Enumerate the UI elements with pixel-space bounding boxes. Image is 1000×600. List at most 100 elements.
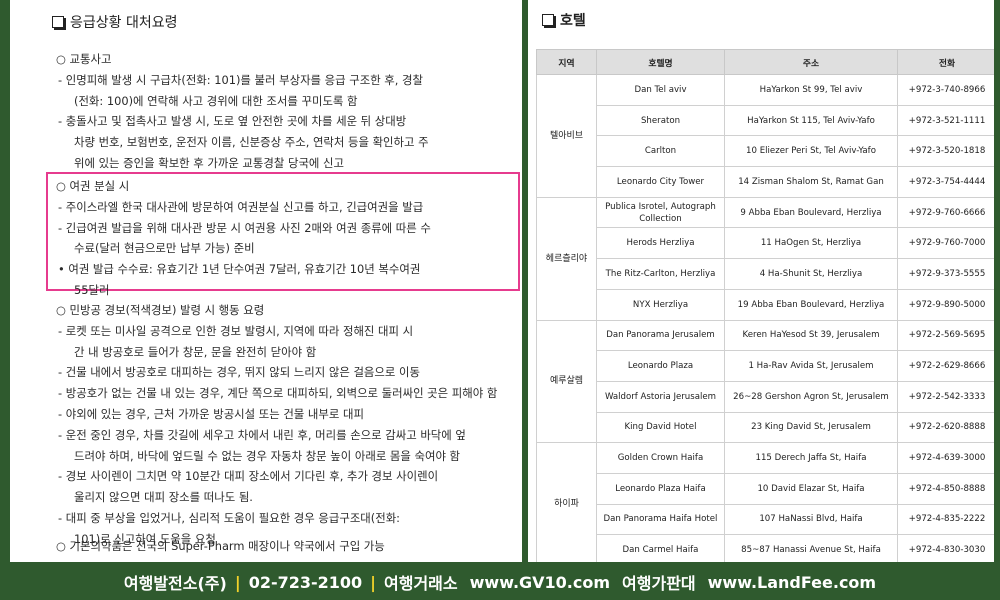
hotel-name-cell: Leonardo City Tower bbox=[596, 166, 725, 198]
phone-cell: +972-2-620-8888 bbox=[897, 411, 994, 444]
hotel-row: Carlton 10 Eliezer Peri St, Tel Aviv-Yafo… bbox=[537, 135, 994, 168]
footer-exchange-link[interactable]: www.GV10.com bbox=[470, 573, 610, 592]
header-hotel-name: 호텔명 bbox=[596, 49, 725, 75]
region-cell: 하이파 bbox=[536, 442, 597, 562]
hotel-name-cell: Dan Panorama Haifa Hotel bbox=[596, 503, 725, 536]
air_raid-line: 간 내 방공호로 들어가 창문, 문을 완전히 닫아야 함 bbox=[74, 344, 317, 359]
traffic-line: (전화: 100)에 연락해 사고 경위에 대한 조서를 꾸미도록 함 bbox=[74, 93, 358, 108]
phone-cell: +972-9-760-6666 bbox=[897, 196, 994, 229]
air_raid-line: - 건물 내에서 방공호로 대피하는 경우, 뛰지 않되 느리지 않은 걸음으로… bbox=[58, 365, 420, 380]
address-cell: 1 Ha-Rav Avida St, Jerusalem bbox=[724, 350, 898, 382]
hotel-row: 헤르츨리야 Publica Isrotel, Autograph Collecti… bbox=[536, 196, 994, 321]
checkbox-square-icon bbox=[542, 14, 554, 26]
region-cell: 헤르츨리야 bbox=[536, 196, 597, 321]
traffic-line: - 인명피해 발생 시 구급차(전화: 101)를 불러 부상자를 응급 구조한… bbox=[58, 72, 423, 87]
hotel-row: Herods Herzliya 11 HaOgen St, Herzliya +97… bbox=[537, 227, 994, 260]
air_raid-line: - 대피 중 부상을 입었거나, 심리적 도움이 필요한 경우 응급구조대(전화… bbox=[58, 510, 401, 525]
air-raid-section: ○ 민방공 경보(적색경보) 발령 시 행동 요령 - 로켓 또는 미사일 공격으… bbox=[56, 300, 510, 550]
hotel-table: 지역 호텔명 주소 전화 텔아비브 Dan Tel aviv HaYarkon St… bbox=[536, 49, 994, 562]
phone-cell: +972-2-569-5695 bbox=[897, 319, 994, 352]
traffic-heading: ○ 교통사고 bbox=[56, 52, 112, 66]
hotel-table-header-row: 지역 호텔명 주소 전화 bbox=[536, 49, 994, 75]
medicine-heading: ○ 기본의약품은 전국의 Super-Pharm 매장이나 약국에서 구입 가능 bbox=[56, 539, 385, 553]
address-cell: 4 Ha-Shunit St, Herzliya bbox=[724, 258, 898, 290]
air_raid-line: 드려야 하며, 바닥에 엎드릴 수 없는 경우 자동차 창문 높이 아래로 몸을… bbox=[74, 448, 461, 463]
phone-cell: +972-3-521-1111 bbox=[897, 104, 994, 137]
air_raid-line: - 로켓 또는 미사일 공격으로 인한 경보 발령시, 지역에 따라 정해진 대… bbox=[58, 323, 414, 338]
hotel-name-cell: King David Hotel bbox=[596, 411, 725, 444]
address-cell: 9 Abba Eban Boulevard, Herzliya bbox=[724, 196, 898, 229]
phone-cell: +972-3-520-1818 bbox=[897, 135, 994, 168]
region-cell: 텔아비브 bbox=[536, 74, 597, 198]
passport-loss-section: ○ 여권 분실 시 - 주이스라엘 한국 대사관에 방문하여 여권분실 신고를 하… bbox=[56, 176, 510, 301]
emergency-guide-panel: 응급상황 대처요령 ○ 교통사고 - 인명피해 발생 시 구급차(전화: 101)… bbox=[10, 0, 522, 562]
hotel-section-title: 호텔 bbox=[542, 10, 586, 30]
hotel-name-cell: The Ritz-Carlton, Herzliya bbox=[596, 258, 725, 290]
phone-cell: +972-2-542-3333 bbox=[897, 380, 994, 413]
address-cell: 115 Derech Jaffa St, Haifa bbox=[724, 442, 898, 474]
emergency-section-title: 응급상황 대처요령 bbox=[52, 12, 178, 32]
traffic-line: 차량 번호, 보험번호, 운전자 이름, 신분증상 주소, 연락처 등을 확인하… bbox=[74, 135, 429, 150]
hotel-name-cell: Dan Tel aviv bbox=[596, 74, 725, 106]
hotel-name-cell: Sheraton bbox=[596, 104, 725, 137]
hotel-row: 텔아비브 Dan Tel aviv HaYarkon St 99, Tel aviv… bbox=[536, 74, 994, 198]
checkbox-square-icon bbox=[52, 16, 64, 28]
hotel-name-cell: Dan Panorama Jerusalem bbox=[596, 319, 725, 352]
address-cell: HaYarkon St 115, Tel Aviv-Yafo bbox=[724, 104, 898, 137]
air_raid-heading: ○ 민방공 경보(적색경보) 발령 시 행동 요령 bbox=[56, 303, 265, 317]
address-cell: 10 David Elazar St, Haifa bbox=[724, 472, 898, 505]
hotel-row: Waldorf Astoria Jerusalem 26~28 Gershon A… bbox=[537, 380, 994, 413]
address-cell: 85~87 Hanassi Avenue St, Haifa bbox=[724, 534, 898, 562]
phone-cell: +972-3-740-8966 bbox=[897, 74, 994, 106]
air_raid-line: - 경보 사이렌이 그치면 약 10분간 대피 장소에서 기다린 후, 추가 경… bbox=[58, 469, 439, 484]
passport-line: 55달러 bbox=[74, 282, 110, 297]
passport-line: 수료(달러 현금으로만 납부 가능) 준비 bbox=[74, 241, 255, 256]
phone-cell: +972-4-835-2222 bbox=[897, 503, 994, 536]
medicine-section: ○ 기본의약품은 전국의 Super-Pharm 매장이나 약국에서 구입 가능 bbox=[56, 536, 510, 557]
footer-sale-link[interactable]: www.LandFee.com bbox=[708, 573, 876, 592]
passport-line: • 여권 발급 수수료: 유효기간 1년 단수여권 7달러, 유효기간 10년 … bbox=[58, 262, 421, 277]
hotel-name-cell: Leonardo Plaza Haifa bbox=[596, 472, 725, 505]
phone-cell: +972-3-754-4444 bbox=[897, 166, 994, 198]
hotel-row: Dan Carmel Haifa 85~87 Hanassi Avenue St,… bbox=[537, 534, 994, 562]
hotel-name-cell: Dan Carmel Haifa bbox=[596, 534, 725, 562]
hotel-name-cell: Herods Herzliya bbox=[596, 227, 725, 260]
footer-sale-label: 여행가판대 bbox=[622, 574, 696, 593]
region-cell: 예루살렘 bbox=[536, 319, 597, 444]
phone-cell: +972-4-850-8888 bbox=[897, 472, 994, 505]
hotel-name-cell: Carlton bbox=[596, 135, 725, 168]
footer-bar: 여행발전소(주) | 02-723-2100 | 여행거래소 www.GV10.… bbox=[0, 564, 1000, 600]
passport-line: - 주이스라엘 한국 대사관에 방문하여 여권분실 신고를 하고, 긴급여권을 … bbox=[58, 199, 424, 214]
hotel-panel: 호텔 지역 호텔명 주소 전화 텔아비브 Dan Tel aviv HaYarkon… bbox=[528, 0, 994, 562]
address-cell: 19 Abba Eban Boulevard, Herzliya bbox=[724, 288, 898, 321]
header-phone: 전화 bbox=[897, 49, 994, 75]
hotel-name-cell: Publica Isrotel, Autograph Collection bbox=[596, 196, 725, 229]
passport-line: - 긴급여권 발급을 위해 대사관 방문 시 여권용 사진 2매와 여권 종류에… bbox=[58, 220, 431, 235]
address-cell: 26~28 Gershon Agron St, Jerusalem bbox=[724, 380, 898, 413]
hotel-name-cell: Golden Crown Haifa bbox=[596, 442, 725, 474]
traffic-accident-section: ○ 교통사고 - 인명피해 발생 시 구급차(전화: 101)를 불러 부상자를 … bbox=[56, 49, 510, 174]
footer-separator: | bbox=[370, 572, 377, 592]
address-cell: 14 Zisman Shalom St, Ramat Gan bbox=[724, 166, 898, 198]
address-cell: 10 Eliezer Peri St, Tel Aviv-Yafo bbox=[724, 135, 898, 168]
phone-cell: +972-4-639-3000 bbox=[897, 442, 994, 474]
traffic-line: - 충돌사고 및 접촉사고 발생 시, 도로 옆 안전한 곳에 차를 세운 뒤 … bbox=[58, 114, 407, 129]
passport-heading: ○ 여권 분실 시 bbox=[56, 179, 130, 193]
hotel-row: Sheraton HaYarkon St 115, Tel Aviv-Yafo +9… bbox=[537, 104, 994, 137]
phone-cell: +972-9-890-5000 bbox=[897, 288, 994, 321]
phone-cell: +972-9-760-7000 bbox=[897, 227, 994, 260]
hotel-name-cell: Leonardo Plaza bbox=[596, 350, 725, 382]
hotel-row: NYX Herzliya 19 Abba Eban Boulevard, Herz… bbox=[537, 288, 994, 321]
header-address: 주소 bbox=[724, 49, 898, 75]
hotel-row: Leonardo City Tower 14 Zisman Shalom St, … bbox=[537, 166, 994, 198]
phone-cell: +972-2-629-8666 bbox=[897, 350, 994, 382]
address-cell: 107 HaNassi Blvd, Haifa bbox=[724, 503, 898, 536]
hotel-row: King David Hotel 23 King David St, Jerusa… bbox=[537, 411, 994, 444]
hotel-row: The Ritz-Carlton, Herzliya 4 Ha-Shunit St… bbox=[537, 258, 994, 290]
hotel-row: Leonardo Plaza Haifa 10 David Elazar St, … bbox=[537, 472, 994, 505]
hotel-name-cell: Waldorf Astoria Jerusalem bbox=[596, 380, 725, 413]
header-region: 지역 bbox=[536, 49, 597, 75]
hotel-row: 하이파 Golden Crown Haifa 115 Derech Jaffa St… bbox=[536, 442, 994, 562]
phone-cell: +972-4-830-3030 bbox=[897, 534, 994, 562]
traffic-line: 위에 있는 증인을 확보한 후 가까운 교통경찰 당국에 신고 bbox=[74, 155, 344, 170]
